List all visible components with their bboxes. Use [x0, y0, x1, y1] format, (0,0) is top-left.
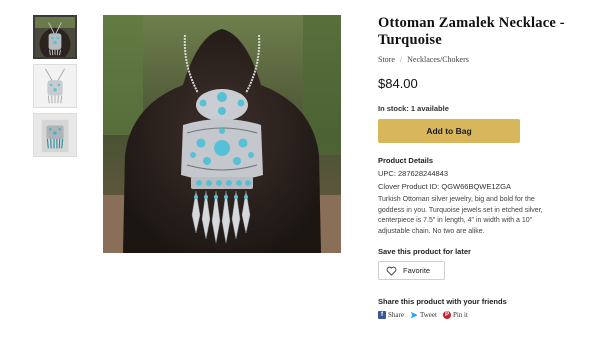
product-info: Ottoman Zamalek Necklace - Turquoise Sto…: [378, 15, 578, 320]
breadcrumb-category[interactable]: Necklaces/Chokers: [407, 55, 469, 64]
thumbnail-image: [34, 65, 76, 107]
thumbnail-2[interactable]: [33, 64, 77, 108]
thumbnail-3[interactable]: [33, 113, 77, 157]
thumbnail-image: [34, 114, 76, 156]
details-heading: Product Details: [378, 156, 434, 165]
heart-icon: [386, 266, 397, 276]
twitter-share-label: Tweet: [419, 311, 437, 319]
pinterest-share-label: Pin it: [452, 311, 468, 319]
favorite-button[interactable]: Favorite: [378, 261, 445, 280]
share-heading: Share this product with your friends: [378, 297, 507, 306]
favorite-label: Favorite: [403, 266, 431, 275]
save-heading: Save this product for later: [378, 247, 471, 256]
facebook-share-button[interactable]: f Share: [378, 311, 404, 319]
breadcrumb-separator: /: [399, 55, 403, 64]
main-product-image[interactable]: [103, 15, 341, 253]
stock-status: In stock: 1 available: [378, 104, 449, 113]
product-description: Turkish Ottoman silver jewelry, big and …: [378, 196, 543, 235]
breadcrumb: Store / Necklaces/Chokers: [378, 55, 578, 64]
clover-id-text: Clover Product ID: QGW66BQWE1ZGA: [378, 182, 511, 191]
necklace-photo: [103, 15, 341, 253]
share-buttons: f Share ➤ Tweet P Pin it: [378, 309, 578, 320]
breadcrumb-store[interactable]: Store: [378, 55, 395, 64]
facebook-share-label: Share: [388, 311, 404, 319]
twitter-share-button[interactable]: ➤ Tweet: [410, 309, 437, 320]
thumbnail-image: [35, 17, 75, 57]
pinterest-icon: P: [442, 311, 451, 319]
thumbnail-list: [33, 15, 77, 162]
add-to-bag-button[interactable]: Add to Bag: [378, 119, 520, 143]
facebook-icon: f: [378, 311, 386, 319]
upc-text: UPC: 287628244843: [378, 169, 449, 178]
pinterest-share-button[interactable]: P Pin it: [442, 311, 468, 319]
twitter-icon: ➤: [410, 309, 418, 320]
product-price: $84.00: [378, 76, 418, 91]
thumbnail-1[interactable]: [33, 15, 77, 59]
product-title: Ottoman Zamalek Necklace - Turquoise: [378, 15, 565, 48]
